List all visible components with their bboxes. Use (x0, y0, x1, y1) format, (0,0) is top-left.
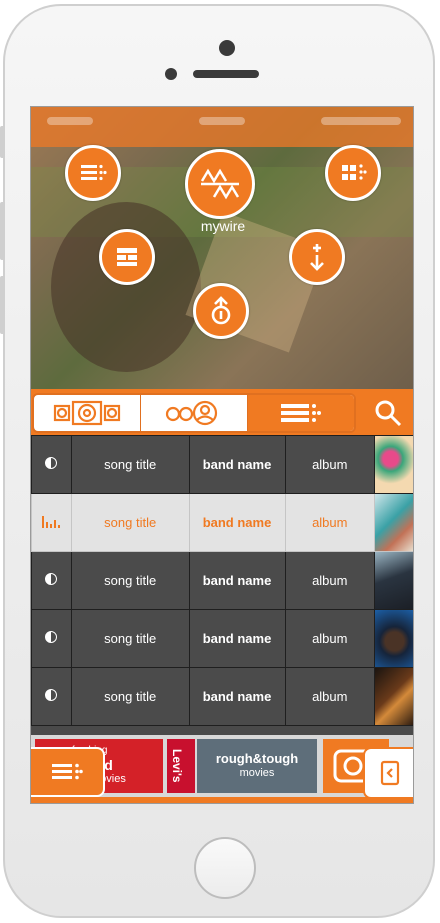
list-icon (281, 404, 321, 422)
song-row[interactable]: song title band name album (31, 609, 413, 668)
song-title: song title (70, 435, 190, 494)
app-screen: mywire song title band name album song t… (30, 106, 414, 804)
song-row[interactable]: song title band name album (31, 493, 413, 552)
proximity-sensor (165, 68, 177, 80)
song-title: song title (70, 493, 190, 552)
band-name: band name (188, 667, 286, 726)
menu-icon (52, 763, 83, 780)
status-bar (31, 107, 413, 147)
download-icon (310, 244, 324, 271)
album-art (374, 609, 413, 668)
band-name: band name (188, 609, 286, 668)
users-icon (165, 400, 218, 426)
tab-speakers[interactable] (34, 395, 141, 431)
album-name: album (284, 435, 376, 494)
play-state-cell[interactable] (31, 551, 72, 610)
front-camera (219, 40, 235, 56)
mute-switch (0, 126, 5, 158)
play-state-cell[interactable] (31, 435, 72, 494)
tab-list[interactable] (248, 395, 354, 431)
view-tabs (32, 393, 356, 433)
volume-up-button (0, 202, 5, 260)
song-row[interactable]: song title band name album (31, 435, 413, 494)
pause-icon (45, 573, 58, 585)
grid-icon (342, 164, 367, 180)
volume-down-button (0, 276, 5, 334)
pause-icon (45, 689, 58, 701)
download-button[interactable] (289, 229, 345, 285)
album-art (374, 667, 413, 726)
search-button[interactable] (360, 391, 413, 435)
ad-levis[interactable]: Levi's (167, 739, 195, 793)
home-button[interactable] (194, 837, 256, 899)
search-icon (375, 400, 401, 427)
album-name: album (284, 551, 376, 610)
album-name: album (284, 493, 376, 552)
band-name: band name (188, 435, 286, 494)
upload-button[interactable] (193, 283, 249, 339)
pause-icon (45, 631, 58, 643)
menu-button[interactable] (31, 747, 105, 797)
mywire-label: mywire (200, 218, 246, 234)
bottom-accent-strip (31, 797, 413, 803)
playlist-icon (81, 164, 107, 181)
collapse-icon (380, 760, 400, 786)
tab-users[interactable] (141, 395, 248, 431)
mywire-logo-icon (200, 168, 240, 200)
band-name: band name (188, 551, 286, 610)
equalizer-icon (42, 516, 61, 528)
speaker-icon (53, 400, 121, 426)
band-name: band name (188, 493, 286, 552)
layout-icon (117, 248, 137, 266)
song-row[interactable]: song title band name album (31, 551, 413, 610)
song-title: song title (70, 667, 190, 726)
song-title: song title (70, 551, 190, 610)
play-state-cell[interactable] (31, 609, 72, 668)
album-name: album (284, 609, 376, 668)
song-row[interactable]: song title band name album (31, 667, 413, 726)
upload-icon (211, 296, 231, 325)
play-state-cell[interactable] (31, 493, 72, 552)
playlist-button[interactable] (65, 145, 121, 201)
album-art (374, 551, 413, 610)
collapse-panel-button[interactable] (363, 747, 413, 799)
ad-rough-tough[interactable]: rough&tough movies (197, 739, 317, 793)
hero-background: mywire (31, 107, 413, 389)
play-state-cell[interactable] (31, 667, 72, 726)
album-name: album (284, 667, 376, 726)
mywire-button[interactable] (185, 149, 255, 219)
song-list: song title band name album song title ba… (31, 435, 413, 726)
album-art (374, 435, 413, 494)
album-art (374, 493, 413, 552)
layout-button[interactable] (99, 229, 155, 285)
pause-icon (45, 457, 58, 469)
grid-button[interactable] (325, 145, 381, 201)
earpiece-speaker (193, 70, 259, 78)
song-title: song title (70, 609, 190, 668)
